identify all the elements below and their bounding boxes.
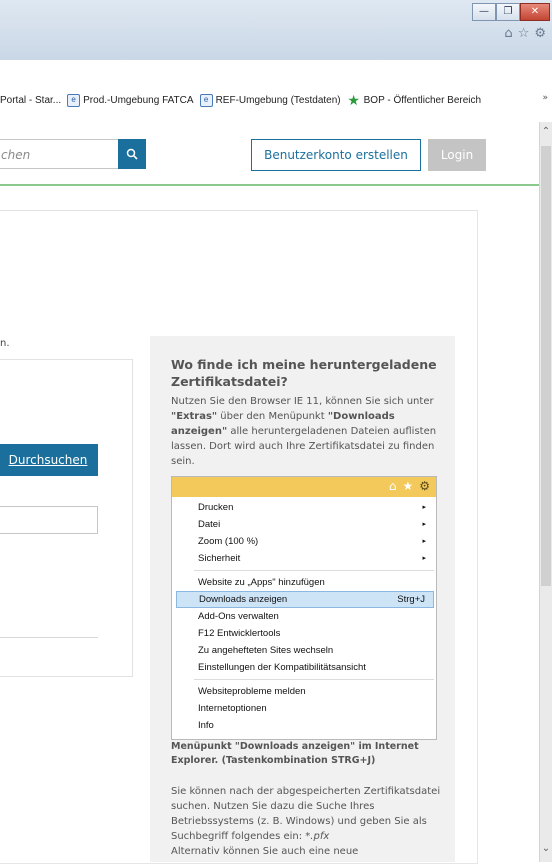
favorites-list: Portal - Star... e Prod.-Umgebung FATCA e RE… xyxy=(0,92,487,108)
star-icon: ★ xyxy=(402,479,414,493)
create-account-button[interactable]: Benutzerkonto erstellen xyxy=(251,139,421,171)
menu-item-label: Datei xyxy=(198,519,221,530)
search-input[interactable]: chen xyxy=(0,139,118,169)
favorite-item[interactable]: e REF-Umgebung (Testdaten) xyxy=(199,94,341,107)
menu-item-label: Drucken xyxy=(198,502,234,513)
favorite-item[interactable]: Portal - Star... xyxy=(0,95,61,106)
favorite-label: REF-Umgebung (Testdaten) xyxy=(215,95,341,106)
menu-item-label: Zu angehefteten Sites wechseln xyxy=(198,645,334,656)
menu-item-label: Einstellungen der Kompatibilitätsansicht xyxy=(198,662,366,673)
gear-icon: ⚙ xyxy=(419,479,430,493)
submenu-arrow-icon: ▸ xyxy=(422,504,426,511)
menu-item-label: Zoom (100 %) xyxy=(198,536,259,547)
scroll-up-arrow-icon[interactable]: ⌃ xyxy=(540,126,552,137)
file-path-input[interactable] xyxy=(0,506,98,534)
menu-item-label: Sicherheit xyxy=(198,553,241,564)
menu-item-label: Internetoptionen xyxy=(198,703,267,714)
menu-item: Einstellungen der Kompatibilitätsansicht xyxy=(176,659,434,676)
home-icon[interactable]: ⌂ xyxy=(504,26,512,41)
help-title: Wo finde ich meine heruntergeladene Zert… xyxy=(171,357,437,389)
menu-item: Zu angehefteten Sites wechseln xyxy=(176,642,434,659)
menu-item: Website zu „Apps" hinzufügen xyxy=(176,574,434,591)
favorite-item[interactable]: ★ BOP - Öffentlicher Bereich xyxy=(347,92,482,108)
login-button[interactable]: Login xyxy=(428,139,486,171)
menu-item: Drucken ▸ xyxy=(176,499,434,516)
menu-separator xyxy=(194,679,434,680)
favorites-bar: Portal - Star... e Prod.-Umgebung FATCA e RE… xyxy=(0,60,552,122)
browse-button[interactable]: Durchsuchen xyxy=(0,444,98,476)
menu-caption: Menüpunkt "Downloads anzeigen" im Intern… xyxy=(171,741,419,766)
menu-item: F12 Entwicklertools xyxy=(176,625,434,642)
menu-item: Info xyxy=(176,717,434,734)
help-intro: Nutzen Sie den Browser IE 11, können Sie… xyxy=(171,396,437,467)
menu-item: Websiteprobleme melden xyxy=(176,683,434,700)
scrollbar-thumb[interactable] xyxy=(541,146,551,586)
menu-item-label: Website zu „Apps" hinzufügen xyxy=(198,577,325,588)
lead-text-fragment: n. xyxy=(0,338,10,349)
submenu-arrow-icon: ▸ xyxy=(422,555,426,562)
ie-menu-toolbar: ⌂ ★ ⚙ xyxy=(172,477,436,497)
menu-item-label: Websiteprobleme melden xyxy=(198,686,306,697)
gear-icon[interactable]: ⚙ xyxy=(534,26,546,41)
help-panel: Wo finde ich meine heruntergeladene Zert… xyxy=(150,336,455,862)
ie-page-icon: e xyxy=(199,94,213,107)
menu-item: Add-Ons verwalten xyxy=(176,608,434,625)
menu-item-label: F12 Entwicklertools xyxy=(198,628,281,639)
favorite-label: Prod.-Umgebung FATCA xyxy=(83,95,194,106)
ie-menu-list: Drucken ▸ Datei ▸ Zoom (100 %) ▸ Sicherheit ▸ We… xyxy=(176,499,434,734)
browser-toolbar-icons: ⌂ ☆ ⚙ xyxy=(504,26,546,41)
window-controls: — ❐ ✕ xyxy=(472,3,550,21)
menu-item-label: Downloads anzeigen xyxy=(199,594,288,605)
close-button[interactable]: ✕ xyxy=(520,3,550,21)
menu-item-label: Add-Ons verwalten xyxy=(198,611,279,622)
favorite-label: BOP - Öffentlicher Bereich xyxy=(363,95,482,106)
home-icon: ⌂ xyxy=(388,479,397,493)
search-button[interactable] xyxy=(118,139,146,169)
menu-shortcut: Strg+J xyxy=(397,594,425,605)
menu-item-label: Info xyxy=(198,720,214,731)
green-star-icon: ★ xyxy=(347,92,360,108)
ie-page-icon: e xyxy=(67,94,81,107)
browser-titlebar: — ❐ ✕ ⌂ ☆ ⚙ xyxy=(0,0,552,61)
page-scrollbar[interactable]: ⌃ ⌄ xyxy=(539,122,552,862)
help-search-text: Sie können nach der abgespeicherten Zert… xyxy=(171,786,441,857)
favorite-label: Portal - Star... xyxy=(0,95,62,106)
submenu-arrow-icon: ▸ xyxy=(422,538,426,545)
menu-item: Zoom (100 %) ▸ xyxy=(176,533,434,550)
page-header: chen Benutzerkonto erstellen Login xyxy=(0,122,540,186)
favorite-item[interactable]: e Prod.-Umgebung FATCA xyxy=(67,94,194,107)
menu-item: Datei ▸ xyxy=(176,516,434,533)
menu-item: Downloads anzeigen Strg+J xyxy=(176,591,434,608)
minimize-button[interactable]: — xyxy=(472,3,496,21)
ie-tools-menu-screenshot: ⌂ ★ ⚙ Drucken ▸ Datei ▸ Zoom (100 %) ▸ Sicherh… xyxy=(171,476,437,740)
maximize-button[interactable]: ❐ xyxy=(496,3,520,21)
menu-item: Sicherheit ▸ xyxy=(176,550,434,567)
form-divider xyxy=(0,637,98,638)
menu-separator xyxy=(194,570,434,571)
scroll-down-arrow-icon[interactable]: ⌄ xyxy=(540,843,552,854)
star-icon[interactable]: ☆ xyxy=(518,26,530,41)
search-icon xyxy=(126,148,138,160)
menu-item: Internetoptionen xyxy=(176,700,434,717)
favorites-more-chevron-icon[interactable]: » xyxy=(542,93,548,103)
submenu-arrow-icon: ▸ xyxy=(422,521,426,528)
